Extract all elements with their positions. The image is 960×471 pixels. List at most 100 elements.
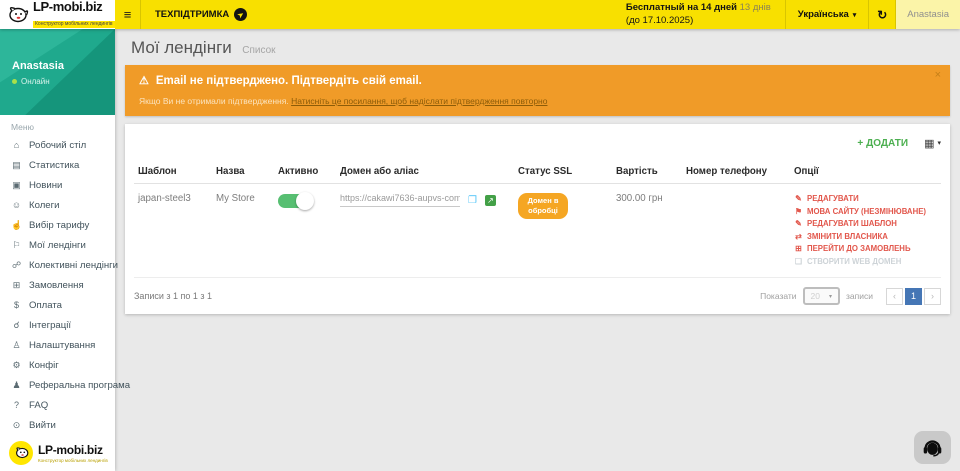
sidebar-item-label: Новини — [29, 180, 62, 191]
email-warning-banner: ⚠ Email не підтверджено. Підтвердіть сві… — [125, 65, 950, 116]
profile-icon: ♙ — [11, 340, 22, 351]
landings-icon: ⚐ — [11, 240, 22, 251]
sidebar-item-statistics[interactable]: ▤ Статистика — [0, 155, 115, 175]
option-create-web-domain: ❏ СТВОРИТИ WEB ДОМЕН — [794, 256, 937, 269]
dollar-icon: $ — [11, 300, 22, 310]
sidebar-item-referral[interactable]: ♟ Реферальна програма — [0, 375, 115, 395]
footer-brand-subtitle: Конструктор мобільних лендингів — [38, 459, 108, 464]
sidebar-item-colleagues[interactable]: ☺ Колеги — [0, 195, 115, 215]
flag-icon: ⚑ — [794, 206, 803, 219]
copy-icon[interactable]: ❐ — [468, 195, 477, 206]
refresh-icon: ↻ — [877, 8, 887, 22]
trial-plan: Бесплатный на 14 дней — [626, 2, 737, 13]
landings-card: + ДОДАТИ ▦ ▾ Шаблон Назва Активно Домен … — [125, 124, 950, 314]
sidebar-item-label: Замовлення — [29, 280, 84, 291]
username-label: Anastasia — [907, 9, 949, 20]
page-size-select[interactable]: 20 ▾ — [803, 287, 840, 305]
language-selector[interactable]: Українська ▾ — [785, 0, 868, 29]
sidebar-item-label: Налаштування — [29, 340, 95, 351]
chevron-down-icon: ▾ — [853, 11, 857, 19]
active-toggle[interactable] — [278, 194, 312, 208]
option-change-owner[interactable]: ⇄ ЗМІНИТИ ВЛАСНИКА — [794, 231, 937, 244]
footer-brand-title: LP-mobi.biz — [38, 443, 103, 457]
cart-icon: ⊞ — [794, 243, 803, 256]
table-header-row: Шаблон Назва Активно Домен або аліас Ста… — [134, 159, 941, 184]
support-chat-widget[interactable] — [914, 431, 951, 464]
column-header-ssl: Статус SSL — [514, 159, 612, 184]
view-options-button[interactable]: ▦ ▾ — [924, 137, 941, 150]
sidebar-menu: ⌂ Робочий стіл ▤ Статистика ▣ Новини ☺ К… — [0, 135, 115, 435]
next-page-button[interactable]: › — [924, 288, 941, 305]
sidebar-item-orders[interactable]: ⊞ Замовлення — [0, 275, 115, 295]
sidebar-item-payment[interactable]: $ Оплата — [0, 295, 115, 315]
option-go-to-orders[interactable]: ⊞ ПЕРЕЙТИ ДО ЗАМОВЛЕНЬ — [794, 243, 937, 256]
sidebar-item-my-landings[interactable]: ⚐ Мої лендінги — [0, 235, 115, 255]
sidebar-item-settings[interactable]: ♙ Налаштування — [0, 335, 115, 355]
sidebar-item-logout[interactable]: ⊙ Вийти — [0, 415, 115, 435]
column-header-domain: Домен або аліас — [336, 159, 514, 184]
table-footer: Записи з 1 по 1 з 1 Показати 20 ▾ записи… — [134, 278, 941, 305]
column-header-template: Шаблон — [134, 159, 212, 184]
sidebar-item-news[interactable]: ▣ Новини — [0, 175, 115, 195]
user-menu[interactable]: Anastasia — [895, 0, 960, 29]
add-button[interactable]: + ДОДАТИ — [857, 138, 908, 149]
row-options: ✎ РЕДАГУВАТИ ⚑ МОВА САЙТУ (НЕЗМІНЮВАНЕ) … — [794, 193, 937, 268]
edit-icon: ✎ — [794, 193, 803, 206]
sidebar-item-label: Вийти — [29, 420, 56, 431]
sidebar-footer-logo[interactable]: LP-mobi.biz Конструктор мобільних лендин… — [9, 441, 108, 465]
resend-confirmation-link[interactable]: Натисніть це посилання, щоб надіслати пі… — [291, 96, 547, 106]
headset-icon — [922, 438, 943, 457]
column-header-active: Активно — [274, 159, 336, 184]
add-button-label: ДОДАТИ — [866, 138, 908, 149]
referral-icon: ♟ — [11, 380, 22, 391]
sidebar-item-faq[interactable]: ? FAQ — [0, 395, 115, 415]
support-label: ТЕХПІДТРИМКА — [155, 9, 229, 20]
domain-input[interactable]: https://cakawi7636-aupvs-com-42 — [340, 193, 460, 207]
records-label: записи — [846, 291, 873, 301]
table-row: japan-steel3 My Store https://cakawi7636… — [134, 184, 941, 278]
page-header: Мої лендінги Список — [115, 29, 960, 63]
support-button[interactable]: ТЕХПІДТРИМКА ➤ — [141, 0, 261, 29]
sidebar-item-label: Статистика — [29, 160, 79, 171]
external-link-icon[interactable]: ↗ — [485, 195, 496, 206]
close-icon[interactable]: × — [935, 69, 941, 81]
page-title: Мої лендінги — [131, 38, 232, 57]
sidebar-item-tariff[interactable]: ☝ Вибір тарифу — [0, 215, 115, 235]
tariff-icon: ☝ — [11, 220, 22, 231]
sidebar-item-label: Реферальна програма — [29, 380, 130, 391]
sidebar-item-desktop[interactable]: ⌂ Робочий стіл — [0, 135, 115, 155]
file-icon: ❏ — [794, 256, 803, 269]
cell-price: 300.00 грн — [612, 184, 682, 278]
column-header-price: Вартість — [612, 159, 682, 184]
column-header-phone: Номер телефону — [682, 159, 790, 184]
exchange-icon: ⇄ — [794, 231, 803, 244]
grid-icon: ▦ — [924, 137, 934, 150]
topbar-right: ≡ ТЕХПІДТРИМКА ➤ Бесплатный на 14 дней 1… — [115, 0, 960, 29]
trial-info: Бесплатный на 14 дней 13 днів (до 17.10.… — [626, 2, 785, 27]
sidebar-toggle-button[interactable]: ≡ — [115, 0, 141, 29]
current-page-button[interactable]: 1 — [905, 288, 922, 305]
column-header-options: Опції — [790, 159, 941, 184]
app-logo[interactable]: LP-mobi.biz Конструктор мобільних лендин… — [0, 0, 115, 29]
sidebar-user-panel: Anastasia Онлайн — [0, 29, 115, 115]
refresh-button[interactable]: ↻ — [868, 0, 895, 29]
pagination: Показати 20 ▾ записи ‹ 1 › — [760, 287, 941, 305]
sidebar-item-label: Інтеграції — [29, 320, 71, 331]
sidebar-item-integrations[interactable]: ☌ Інтеграції — [0, 315, 115, 335]
sidebar-item-label: Конфіг — [29, 360, 59, 371]
sidebar-item-label: Колективні лендінги — [29, 260, 118, 271]
sidebar-username: Anastasia — [12, 60, 64, 72]
news-icon: ▣ — [11, 180, 22, 191]
prev-page-button[interactable]: ‹ — [886, 288, 903, 305]
sidebar-item-config[interactable]: ⚙ Конфіг — [0, 355, 115, 375]
plus-icon: + — [857, 138, 863, 149]
option-site-language[interactable]: ⚑ МОВА САЙТУ (НЕЗМІНЮВАНЕ) — [794, 206, 937, 219]
caret-down-icon: ▾ — [937, 139, 941, 147]
sidebar-item-collective-landings[interactable]: ☍ Колективні лендінги — [0, 255, 115, 275]
main-content: Мої лендінги Список ⚠ Email не підтвердж… — [115, 29, 960, 471]
records-info: Записи з 1 по 1 з 1 — [134, 291, 212, 301]
cell-name: My Store — [212, 184, 274, 278]
option-edit-template[interactable]: ✎ РЕДАГУВАТИ ШАБЛОН — [794, 218, 937, 231]
option-edit[interactable]: ✎ РЕДАГУВАТИ — [794, 193, 937, 206]
caret-down-icon: ▾ — [829, 293, 832, 300]
